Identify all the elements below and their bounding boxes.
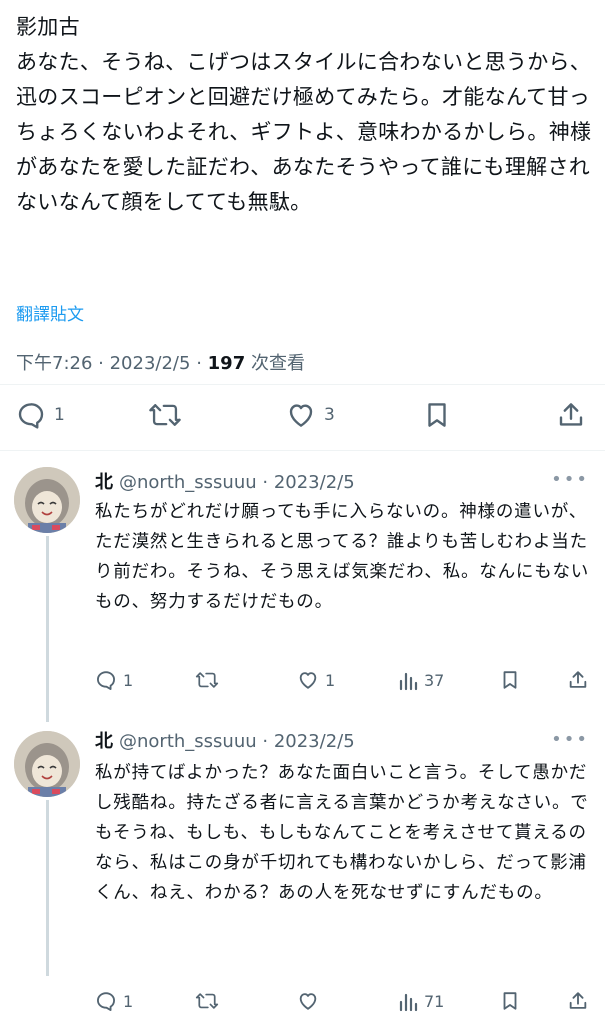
bookmark-button[interactable] bbox=[499, 669, 521, 691]
retweet-button[interactable] bbox=[195, 990, 225, 1012]
translate-post-link[interactable]: 翻譯貼文 bbox=[16, 300, 84, 325]
divider bbox=[0, 384, 605, 385]
avatar-image bbox=[14, 467, 80, 533]
retweet-button[interactable] bbox=[148, 400, 190, 430]
share-button[interactable] bbox=[567, 669, 589, 691]
tweet-first-line: 影加古 bbox=[16, 15, 80, 39]
like-button[interactable] bbox=[297, 990, 325, 1012]
tweet-action-bar: 1 3 bbox=[0, 396, 605, 436]
avatar[interactable] bbox=[14, 467, 80, 533]
reply-icon bbox=[16, 400, 46, 430]
reply-action-bar: 1 71 bbox=[95, 990, 595, 1020]
bookmark-icon bbox=[422, 400, 452, 430]
share-button[interactable] bbox=[556, 400, 586, 430]
views-label: 次查看 bbox=[250, 353, 305, 374]
reply-button[interactable]: 1 bbox=[16, 400, 65, 430]
thread-line bbox=[46, 800, 49, 976]
reply-count: 1 bbox=[123, 991, 134, 1011]
more-options-icon[interactable]: ••• bbox=[551, 729, 589, 750]
display-name[interactable]: 北 bbox=[95, 731, 113, 752]
reply-date[interactable]: 2023/2/5 bbox=[274, 472, 355, 493]
handle[interactable]: @north_sssuuu bbox=[119, 472, 257, 493]
thread-line bbox=[46, 536, 49, 722]
retweet-icon bbox=[148, 400, 182, 430]
reply-action-bar: 1 1 37 bbox=[95, 669, 595, 699]
reply-icon bbox=[95, 990, 117, 1012]
views-count: 37 bbox=[424, 670, 445, 690]
reply-text: 私が持てばよかった？あなた面白いこと言う。そして愚かだし残酷ね。持たざる者に言え… bbox=[95, 763, 589, 903]
heart-icon bbox=[297, 669, 319, 691]
tweet-text: 影加古 あなた、そうね、こげつはスタイルに合わないと思うから、迅のスコーピオンと… bbox=[16, 10, 596, 220]
reply-header: 北 @north_sssuuu · 2023/2/5 bbox=[95, 731, 355, 752]
analytics-icon bbox=[398, 990, 418, 1012]
divider bbox=[0, 450, 605, 451]
share-icon bbox=[567, 669, 589, 691]
analytics-icon bbox=[398, 669, 418, 691]
retweet-icon bbox=[195, 669, 219, 691]
avatar[interactable] bbox=[14, 731, 80, 797]
reply-button[interactable]: 1 bbox=[95, 990, 133, 1012]
views-button[interactable]: 37 bbox=[398, 669, 444, 691]
tweet-body: あなた、そうね、こげつはスタイルに合わないと思うから、迅のスコーピオンと回避だけ… bbox=[16, 50, 592, 214]
reply-header: 北 @north_sssuuu · 2023/2/5 bbox=[95, 472, 355, 493]
tweet-date[interactable]: 2023/2/5 bbox=[110, 353, 191, 374]
reply-count: 1 bbox=[123, 670, 134, 690]
reply-icon bbox=[95, 669, 117, 691]
heart-icon bbox=[297, 990, 319, 1012]
views-count: 197 bbox=[207, 353, 246, 374]
reply-date[interactable]: 2023/2/5 bbox=[274, 731, 355, 752]
views-count: 71 bbox=[424, 991, 445, 1011]
bookmark-icon bbox=[499, 990, 521, 1012]
bookmark-button[interactable] bbox=[499, 990, 521, 1012]
share-button[interactable] bbox=[567, 990, 589, 1012]
views-button[interactable]: 71 bbox=[398, 990, 444, 1012]
tweet-time[interactable]: 下午7:26 bbox=[16, 353, 92, 374]
share-icon bbox=[556, 400, 586, 430]
reply-button[interactable]: 1 bbox=[95, 669, 133, 691]
like-button[interactable]: 3 bbox=[286, 400, 335, 430]
retweet-icon bbox=[195, 990, 219, 1012]
tweet-meta: 下午7:26 · 2023/2/5 · 197 次查看 bbox=[16, 353, 305, 374]
avatar-image bbox=[14, 731, 80, 797]
heart-icon bbox=[286, 400, 316, 430]
handle[interactable]: @north_sssuuu bbox=[119, 731, 257, 752]
reply-count: 1 bbox=[54, 405, 65, 425]
bookmark-icon bbox=[499, 669, 521, 691]
more-options-icon[interactable]: ••• bbox=[551, 469, 589, 490]
like-count: 3 bbox=[324, 405, 335, 425]
share-icon bbox=[567, 990, 589, 1012]
like-button[interactable]: 1 bbox=[297, 669, 335, 691]
reply-text: 私たちがどれだけ願っても手に入らないの。神様の遣いが、ただ漠然と生きられると思っ… bbox=[95, 502, 590, 612]
like-count: 1 bbox=[325, 670, 336, 690]
display-name[interactable]: 北 bbox=[95, 472, 113, 493]
bookmark-button[interactable] bbox=[422, 400, 452, 430]
retweet-button[interactable] bbox=[195, 669, 225, 691]
